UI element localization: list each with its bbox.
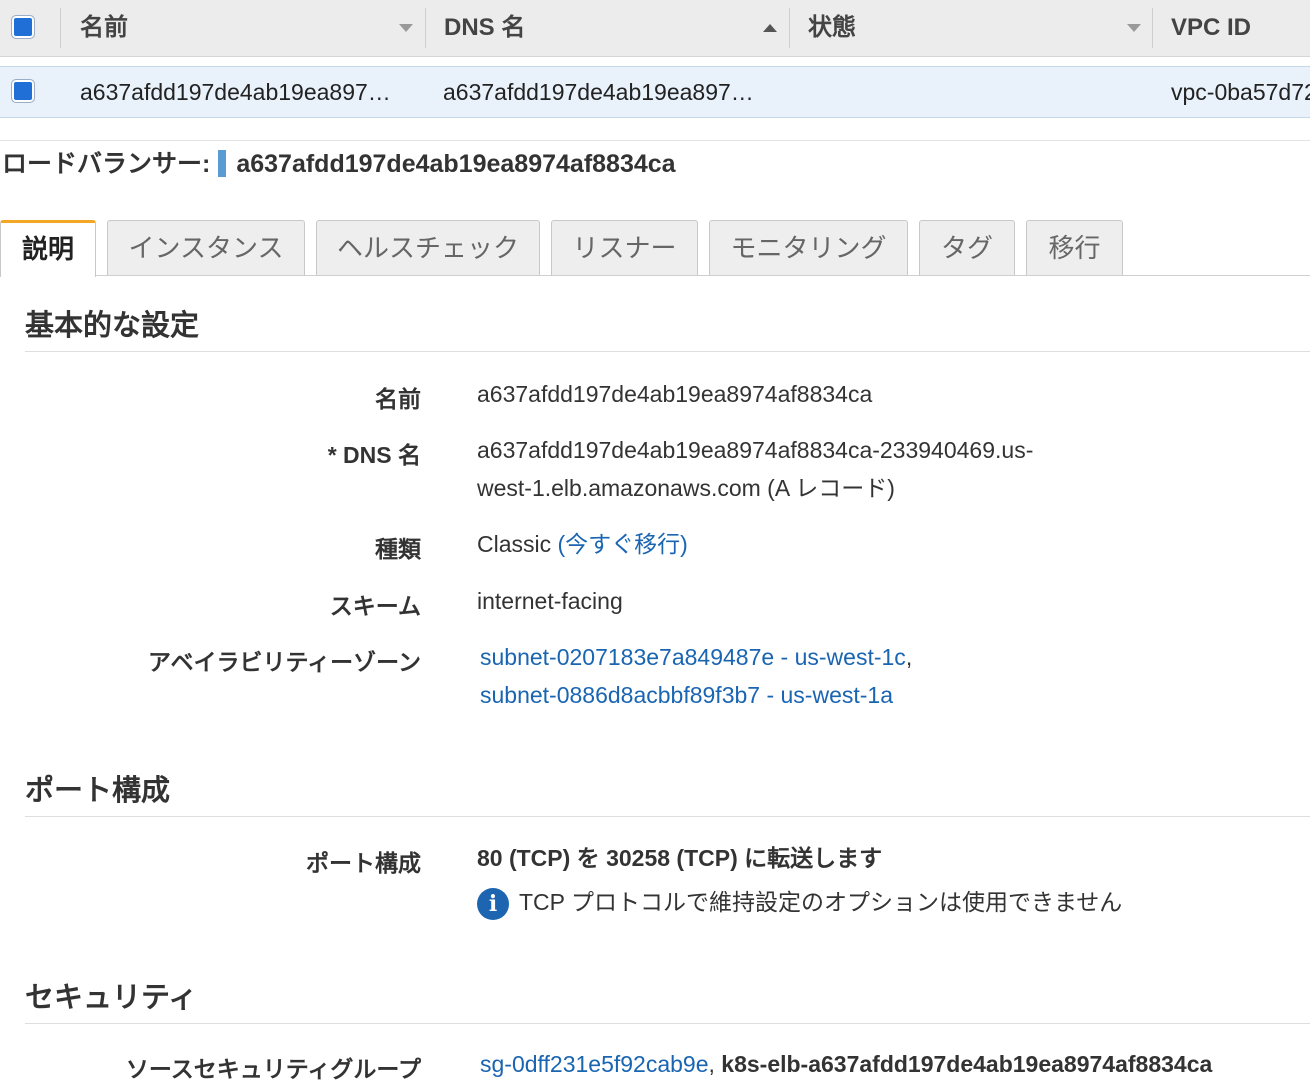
section-title-security: セキュリティ [25,982,198,1014]
load-balancer-name: a637afdd197de4ab19ea8974af8834ca [236,150,676,178]
type-text: Classic [477,531,552,557]
port-config-note: i TCP プロトコルで維持設定のオプションは使用できません [477,883,1122,921]
source-security-group-label: ソースセキュリティグループ [125,1056,421,1082]
column-divider [789,8,790,48]
security-group-link[interactable]: sg-0dff231e5f92cab9e [480,1051,709,1077]
section-divider [25,351,1310,352]
subnet-link[interactable]: subnet-0886d8acbbf89f3b7 - us-west-1a [480,682,893,708]
type-label: 種類 [375,536,421,562]
tab-monitoring[interactable]: モニタリング [709,220,908,275]
name-value: a637afdd197de4ab19ea8974af8834ca [477,381,873,407]
divider [0,140,1310,141]
section-title-ports: ポート構成 [25,775,171,807]
name-label: 名前 [375,386,421,412]
column-divider [425,8,426,48]
section-divider [25,1023,1310,1024]
cell-name: a637afdd197de4ab19ea897… [80,79,391,105]
note-text: TCP プロトコルで維持設定のオプションは使用できません [519,889,1123,915]
separator: , [905,644,913,670]
sort-ascending-icon[interactable] [763,24,777,32]
tab-tags[interactable]: タグ [919,220,1015,275]
subnet-link[interactable]: subnet-0207183e7a849487e - us-west-1c [480,644,906,670]
tab-instances[interactable]: インスタンス [107,220,305,275]
row-checkbox[interactable] [12,80,34,102]
dns-name-label: * DNS 名 [327,442,421,468]
drag-handle-icon[interactable] [218,150,227,177]
dns-name-line: a637afdd197de4ab19ea8974af8834ca-2339404… [477,437,1034,463]
dns-name-line: west-1.elb.amazonaws.com (A レコード) [477,475,895,501]
cell-state [808,67,1138,117]
source-security-group-value: sg-0dff231e5f92cab9e, k8s-elb-a637afdd19… [480,1045,1212,1083]
port-config-value: 80 (TCP) を 30258 (TCP) に転送します [477,845,883,871]
tab-migration[interactable]: 移行 [1026,220,1123,275]
column-header-dns[interactable]: DNS 名 [444,0,525,56]
sort-descending-icon[interactable] [399,24,413,32]
security-group-name: k8s-elb-a637afdd197de4ab19ea8974af8834ca [721,1051,1213,1077]
cell-vpc-id: vpc-0ba57d72 [1171,79,1310,105]
load-balancer-heading: ロードバランサー: a637afdd197de4ab19ea8974af8834c… [2,146,676,182]
table-row[interactable]: a637afdd197de4ab19ea897… a637afdd197de4a… [0,66,1310,118]
separator: , [708,1051,715,1077]
tab-listeners[interactable]: リスナー [551,220,698,275]
port-config-label: ポート構成 [306,850,421,876]
cell-dns: a637afdd197de4ab19ea897… [443,79,754,105]
section-divider [25,816,1310,817]
migrate-now-link[interactable]: (今すぐ移行) [558,531,688,557]
tab-description[interactable]: 説明 [0,220,96,277]
scheme-label: スキーム [329,593,421,619]
column-divider [60,8,61,48]
availability-zones-value: subnet-0207183e7a849487e - us-west-1c, s… [480,638,912,714]
sort-descending-icon[interactable] [1127,24,1141,32]
column-header-name[interactable]: 名前 [80,0,128,56]
scheme-value: internet-facing [477,588,623,614]
tab-health-check[interactable]: ヘルスチェック [316,220,540,275]
column-header-vpc-id[interactable]: VPC ID [1171,0,1251,56]
column-header-state[interactable]: 状態 [808,0,856,56]
type-value: Classic (今すぐ移行) [477,525,688,563]
info-icon: i [477,887,509,920]
section-title-basic: 基本的な設定 [25,310,200,342]
select-all-checkbox[interactable] [12,16,34,38]
load-balancer-label: ロードバランサー: [2,150,211,178]
dns-name-value: a637afdd197de4ab19ea8974af8834ca-2339404… [477,431,1033,507]
column-divider [1152,8,1153,48]
availability-zones-label: アベイラビリティーゾーン [147,649,421,675]
table-header: 名前 DNS 名 状態 VPC ID [0,0,1310,57]
